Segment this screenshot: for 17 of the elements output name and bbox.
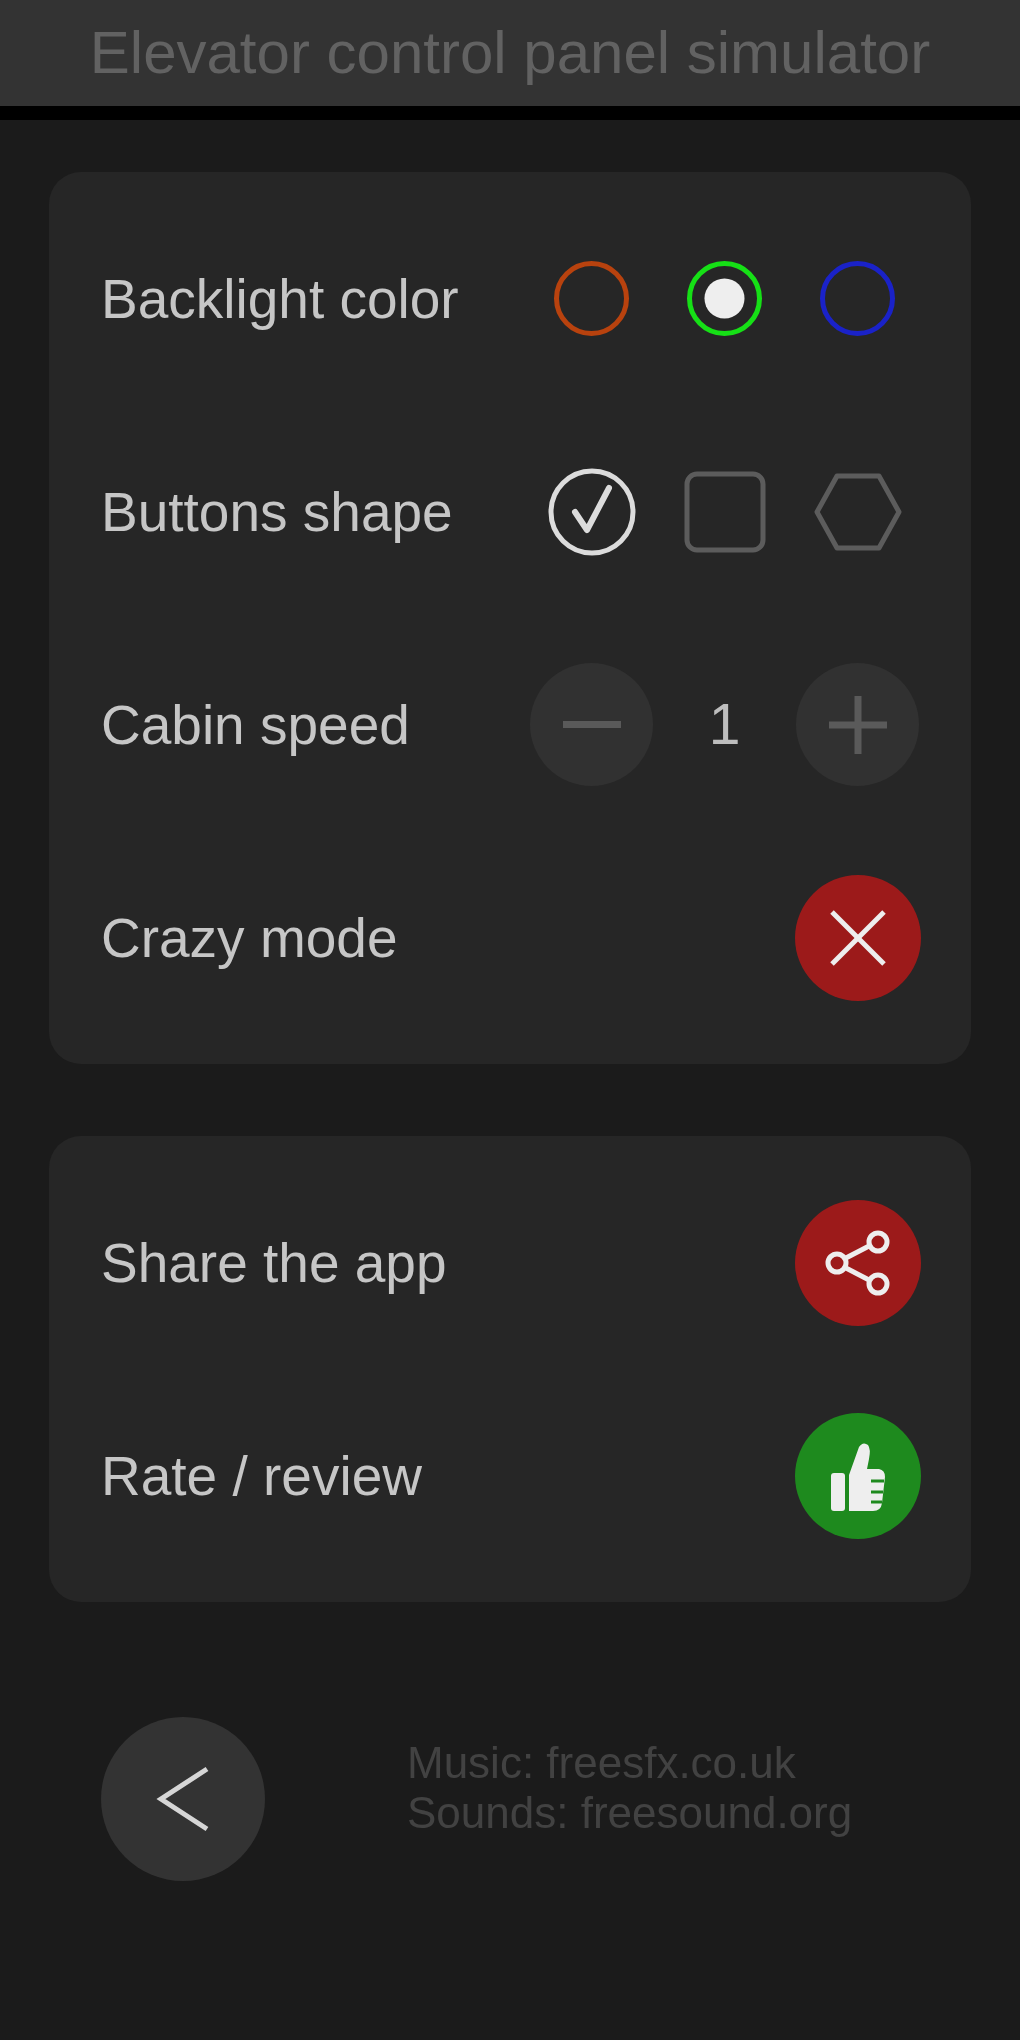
speed-value: 1 — [708, 691, 741, 759]
check-circle-icon[interactable] — [547, 467, 636, 556]
color-swatch-icon[interactable] — [687, 261, 762, 336]
setting-label: Crazy mode — [101, 905, 398, 971]
setting-label: Cabin speed — [101, 692, 410, 758]
color-swatch-icon[interactable] — [554, 261, 629, 336]
plus-icon — [828, 695, 887, 754]
setting-label: Buttons shape — [101, 479, 453, 545]
thumbs-up-icon — [830, 1440, 885, 1511]
action-label: Share the app — [101, 1230, 447, 1296]
action-label: Rate / review — [101, 1443, 422, 1509]
minus-icon — [562, 721, 621, 728]
share-icon — [824, 1229, 891, 1296]
color-swatch-icon[interactable] — [820, 261, 895, 336]
cross-icon — [829, 909, 886, 966]
chevron-left-icon — [156, 1766, 210, 1832]
setting-label: Backlight color — [101, 266, 459, 332]
